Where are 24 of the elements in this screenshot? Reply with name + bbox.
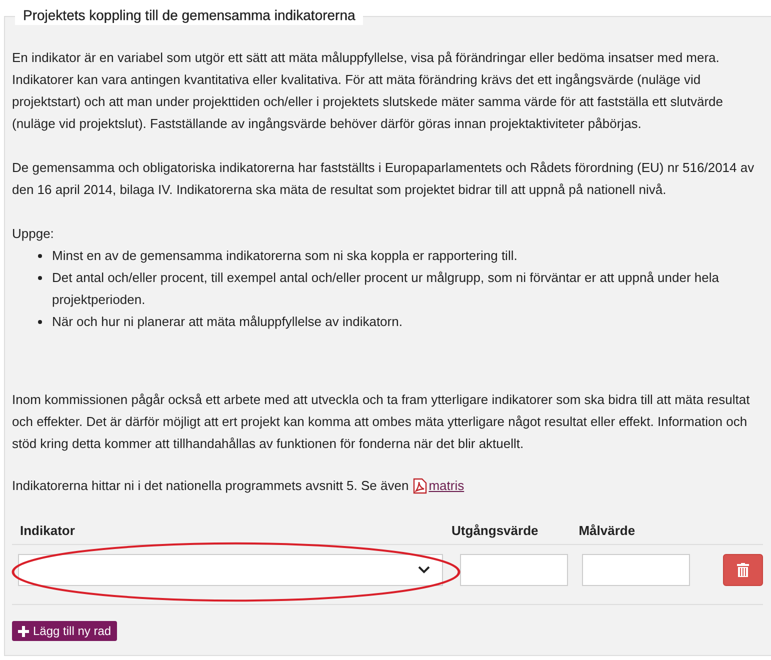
matris-link[interactable]: matris [428,475,464,497]
chevron-down-icon [418,566,430,574]
bullet-icon [38,320,42,324]
plus-icon [18,626,29,636]
add-row-button[interactable]: Lägg till ny rad [12,621,118,641]
column-header: Målvärde [578,523,636,538]
column-header: Indikator [19,523,76,538]
list-heading: Uppge: [12,225,55,243]
list-item: Minst en av de gemensamma indikatorerna som ni ska koppla er rapportering till. [52,247,518,265]
bullet-icon [38,254,42,258]
target-input[interactable] [582,554,690,586]
delete-button[interactable] [723,554,763,586]
list-item: Det antal och/eller procent, till exempel antal och/eller procent ur målgrupp, som ni förväntar er att uppnå under hela projektperioden. [52,269,720,309]
paragraph: De gemensamma och obligatoriska indikatorerna har fastställts i Europaparlamentets och Rådets förordning (EU) nr 516/2014 av den 16 april 2014, bilaga IV. Indikatorerna ska mäta de resultat som projektet bidrar till att uppnå på nationell nivå. [12,159,756,199]
trash-icon [737,563,749,577]
reference-text: Indikatorerna hittar ni i det nationella programmets avsnitt 5. Se även [12,477,409,495]
paragraph: Inom kommissionen pågår också ett arbete med att utveckla och ta fram ytterligare indikatorer som ska bidra till att mäta resultat och effekter. Det är därför möjligt att ert projekt kan komma att ombes mäta ytterligare något resultat eller effekt. Information och stöd kring detta kommer att tillhandahållas av funktionen för fonderna när det blir aktuellt. [12,391,751,453]
bullet-icon [38,276,42,280]
pdf-icon [412,478,427,494]
column-header: Utgångsvärde [450,523,540,538]
list-item: När och hur ni planerar att mäta måluppfyllelse av indikatorn. [52,313,402,331]
paragraph: En indikator är en variabel som utgör ett sätt att mäta måluppfyllelse, visa på förändringar eller bedöma insatser med mera. Indikatorer kan vara antingen kvantitativa eller kvalitativa. För att mäta förändring krävs det ett ingångsvärde (nuläge vid projektstart) och att man under projekttiden och/eller i projektets slutskede mäter samma värde för att fastställa ett slutvärde (nuläge vid projektslut). Fastställande av ingångsvärde behöver därför göras innan projektaktiviteter påbörjas. [12,49,724,133]
indicator-dropdown[interactable] [18,554,444,586]
baseline-input[interactable] [460,554,568,586]
